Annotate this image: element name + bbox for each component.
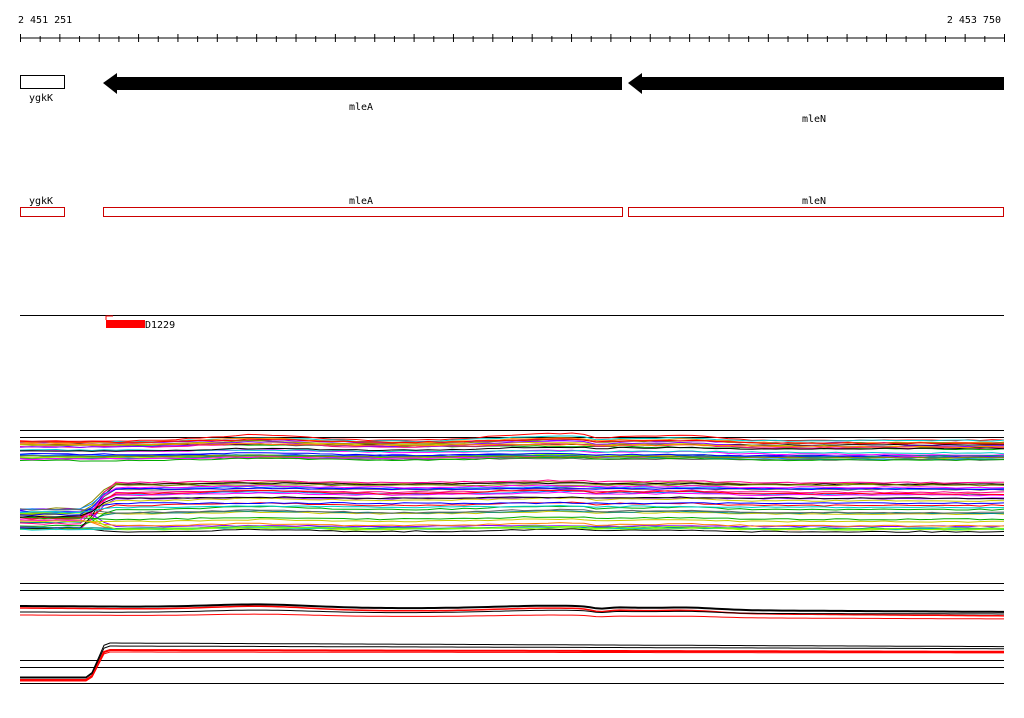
gene-ygkK-label: ygkK <box>29 93 53 104</box>
gene-mleA-arrow[interactable] <box>103 73 622 94</box>
track-gene-mleA-box[interactable] <box>103 207 623 217</box>
gene-mleN-label: mleN <box>802 114 826 125</box>
expression-profiles-panel <box>19 430 1005 536</box>
expression-profile-lines <box>19 432 1005 533</box>
gene-strand-track: ygkK mleA mleN <box>20 73 1004 125</box>
track-gene-mleN-box[interactable] <box>628 207 1004 217</box>
track-gene-mleA-label: mleA <box>349 196 373 207</box>
feature-marker <box>105 315 113 320</box>
highlighted-profiles-panel <box>20 583 1005 684</box>
coordinate-start: 2 451 251 <box>18 15 72 26</box>
feature-D1229-box[interactable] <box>106 320 145 328</box>
highlighted-profile-line <box>20 651 1004 682</box>
highlighted-profile-line <box>20 649 1004 681</box>
gene-mleA-label: mleA <box>349 102 373 113</box>
feature-track: D1229 <box>20 315 1004 331</box>
genome-browser-view: 2 451 251 2 453 750 ygkK mleA mleN ygkK … <box>0 0 1024 714</box>
track-gene-mleN-label: mleN <box>802 196 826 207</box>
coordinate-ruler: 2 451 251 2 453 750 <box>18 15 1005 42</box>
gene-mleN-arrow[interactable] <box>628 73 1004 94</box>
genome-browser-canvas: 2 451 251 2 453 750 ygkK mleA mleN ygkK … <box>18 15 1005 684</box>
track-gene-ygkK-box[interactable] <box>20 207 65 217</box>
expression-profile-line <box>19 501 1005 520</box>
feature-D1229-label: D1229 <box>145 320 175 331</box>
coordinate-end: 2 453 750 <box>947 15 1001 26</box>
highlighted-profile-lines <box>20 603 1005 682</box>
gene-ygkK-box[interactable] <box>20 75 65 89</box>
gene-annotation-track: ygkK mleA mleN <box>20 196 1004 217</box>
track-gene-ygkK-label: ygkK <box>29 196 53 207</box>
